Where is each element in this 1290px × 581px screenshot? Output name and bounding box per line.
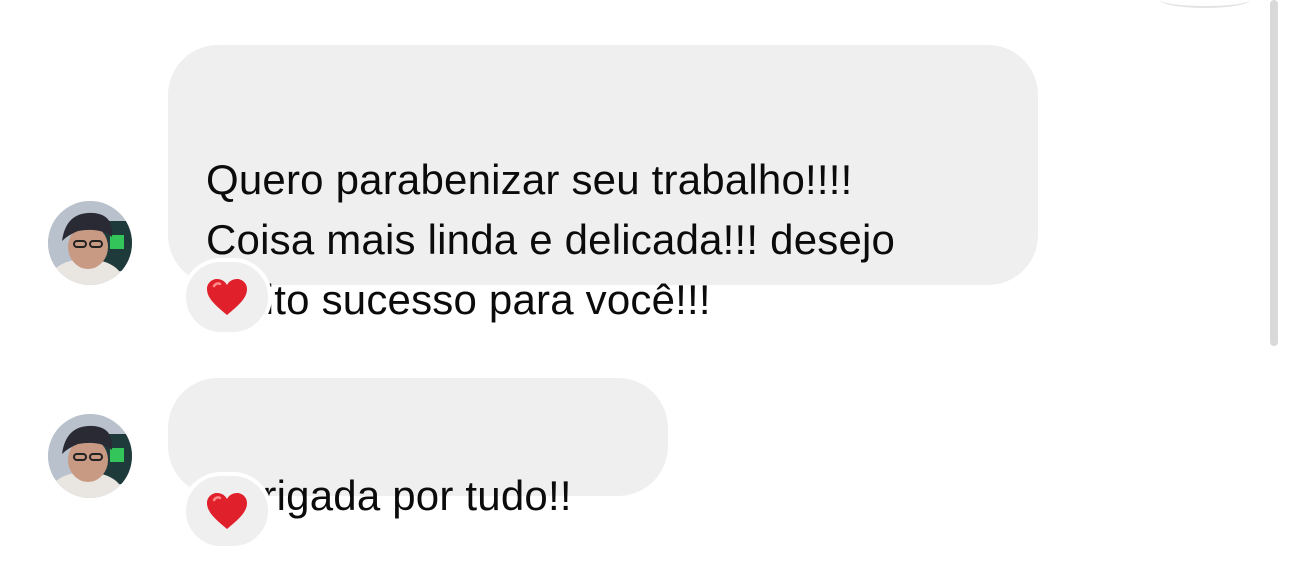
avatar-image bbox=[48, 201, 132, 285]
partial-element-top-right bbox=[1160, 0, 1250, 8]
red-heart-icon bbox=[207, 279, 247, 315]
message-bubble[interactable]: Quero parabenizar seu trabalho!!!! Coisa… bbox=[168, 45, 1038, 323]
scrollbar[interactable] bbox=[1270, 0, 1278, 346]
avatar-image bbox=[48, 414, 132, 498]
red-heart-icon bbox=[207, 493, 247, 529]
sender-avatar[interactable] bbox=[48, 201, 132, 285]
sender-avatar[interactable] bbox=[48, 414, 132, 498]
reaction-badge[interactable] bbox=[182, 472, 272, 550]
reaction-badge[interactable] bbox=[182, 258, 272, 336]
message-text: Quero parabenizar seu trabalho!!!! Coisa… bbox=[206, 156, 896, 323]
